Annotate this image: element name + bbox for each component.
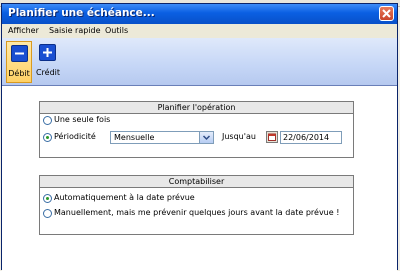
menu-bar: Afficher Saisie rapide Outils (2, 24, 397, 39)
credit-label: Crédit (35, 68, 61, 77)
debit-button[interactable]: Débit (6, 41, 32, 83)
comptabiliser-header: Comptabiliser (40, 176, 353, 188)
title-bar[interactable]: Planifier une échéance... (2, 4, 397, 24)
calendar-button[interactable] (266, 131, 278, 143)
menu-afficher[interactable]: Afficher (8, 26, 39, 35)
dialog-window: Planifier une échéance... Afficher Saisi… (1, 3, 398, 271)
planifier-group: Planifier l'opération Une seule fois Pér… (39, 101, 354, 158)
manual-label: Manuellement, mais me prévenir quelques … (54, 208, 340, 217)
date-value: 22/06/2014 (283, 133, 330, 142)
calendar-icon (268, 133, 276, 141)
plus-icon (39, 44, 56, 61)
minus-icon (11, 45, 28, 62)
periodicite-value: Mensuelle (114, 133, 155, 142)
auto-label: Automatiquement à la date prévue (54, 193, 195, 202)
dropdown-arrow[interactable] (199, 132, 213, 143)
menu-saisie-rapide[interactable]: Saisie rapide (49, 26, 101, 35)
once-radio[interactable] (43, 116, 52, 125)
menu-outils[interactable]: Outils (105, 26, 128, 35)
planifier-header: Planifier l'opération (40, 102, 353, 114)
periodicite-select[interactable]: Mensuelle (110, 131, 214, 144)
periodicite-radio[interactable] (43, 133, 52, 142)
window-title: Planifier une échéance... (8, 7, 155, 19)
toolbar: Débit Crédit (2, 38, 397, 86)
jusquau-label: Jusqu'au (222, 132, 256, 141)
chevron-down-icon (202, 135, 211, 141)
close-icon (382, 9, 391, 18)
date-input[interactable]: 22/06/2014 (280, 131, 342, 144)
debit-label: Débit (8, 69, 30, 78)
once-label: Une seule fois (54, 115, 111, 124)
manual-radio[interactable] (43, 209, 52, 218)
periodicite-label: Périodicité (54, 132, 96, 141)
close-button[interactable] (379, 6, 394, 21)
comptabiliser-group: Comptabiliser Automatiquement à la date … (39, 175, 354, 235)
auto-radio[interactable] (43, 194, 52, 203)
dialog-content: Planifier l'opération Une seule fois Pér… (2, 86, 397, 271)
credit-button[interactable]: Crédit (35, 41, 61, 83)
